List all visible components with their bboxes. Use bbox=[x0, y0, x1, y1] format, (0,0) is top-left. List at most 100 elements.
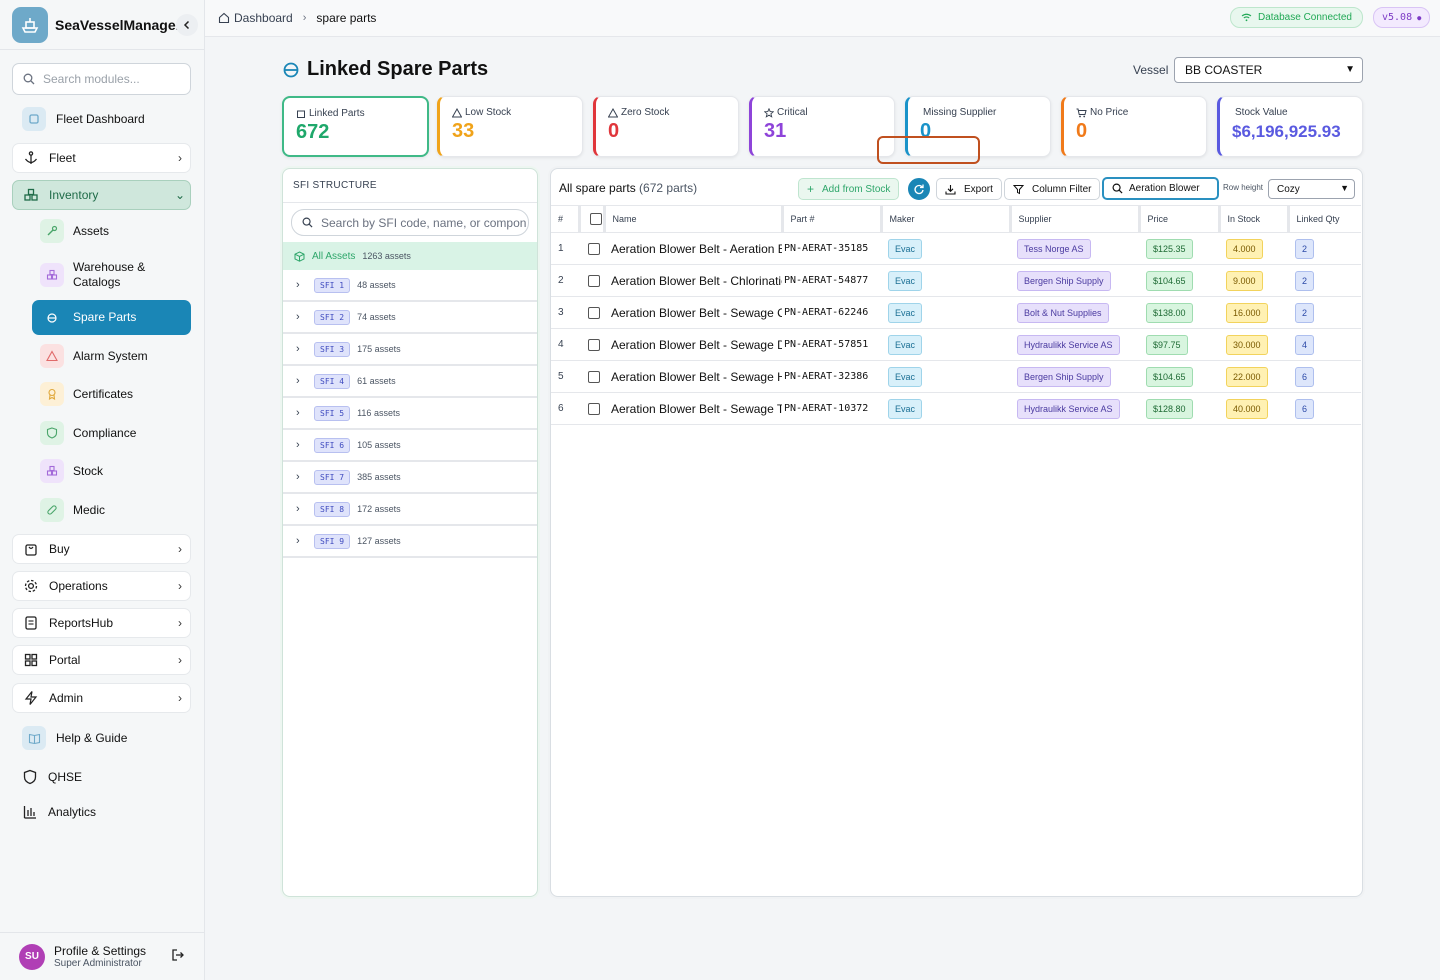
nav-sub-certificates[interactable]: Certificates bbox=[32, 377, 191, 411]
chevron-left-icon bbox=[183, 20, 190, 30]
row-height-select[interactable]: Cozy ▼ bbox=[1268, 179, 1355, 199]
part-name: Aeration Blower Belt - Sewage C bbox=[604, 296, 782, 329]
col-header-in-stock[interactable]: In Stock bbox=[1219, 205, 1290, 233]
sfi-all-assets[interactable]: All Assets 1263 assets bbox=[283, 242, 537, 270]
collapse-sidebar-button[interactable] bbox=[176, 14, 198, 36]
nav-sub-spare-parts[interactable]: Spare Parts bbox=[32, 300, 191, 335]
avatar: SU bbox=[19, 943, 45, 970]
sfi-structure-panel: SFI STRUCTURE Search by SFI code, name, … bbox=[282, 168, 538, 897]
annotation-highlight-box bbox=[877, 136, 980, 164]
sfi-group-count: 48 assets bbox=[357, 280, 396, 290]
table-row[interactable]: 1 Aeration Blower Belt - Aeration B PN-A… bbox=[551, 232, 1361, 265]
price-chip: $138.00 bbox=[1146, 302, 1193, 323]
sfi-group-row[interactable]: › SFI 8 172 assets bbox=[283, 494, 537, 526]
chevron-down-icon: ▼ bbox=[1345, 64, 1355, 75]
row-checkbox[interactable] bbox=[588, 307, 600, 320]
add-from-stock-button[interactable]: + Add from Stock bbox=[798, 178, 900, 200]
profile-settings[interactable]: SU Profile & Settings Super Administrato… bbox=[0, 932, 205, 980]
nav-sub-assets[interactable]: Assets bbox=[32, 214, 191, 248]
nav-analytics[interactable]: Analytics bbox=[12, 797, 191, 827]
nav-operations[interactable]: Operations › bbox=[12, 571, 191, 601]
module-search-placeholder: Search modules... bbox=[43, 72, 140, 86]
stat-card-low-stock[interactable]: Low Stock 33 bbox=[437, 96, 583, 157]
stat-card-stock-value[interactable]: Stock Value $6,196,925.93 bbox=[1217, 96, 1363, 157]
stat-value: $6,196,925.93 bbox=[1232, 122, 1341, 141]
linked-qty-chip: 2 bbox=[1295, 238, 1315, 259]
col-header-linked-qty[interactable]: Linked Qty bbox=[1288, 205, 1361, 233]
sfi-search-input[interactable]: Search by SFI code, name, or compon bbox=[291, 209, 529, 236]
nav-help-guide[interactable]: Help & Guide bbox=[12, 723, 191, 753]
col-header-part-number[interactable]: Part # bbox=[782, 205, 883, 233]
sfi-group-row[interactable]: › SFI 5 116 assets bbox=[283, 398, 537, 430]
nav-reportshub[interactable]: ReportsHub › bbox=[12, 608, 191, 638]
table-row[interactable]: 3 Aeration Blower Belt - Sewage C PN-AER… bbox=[551, 296, 1361, 329]
maker-chip: Evac bbox=[888, 302, 923, 323]
sfi-group-row[interactable]: › SFI 2 74 assets bbox=[283, 302, 537, 334]
table-row[interactable]: 6 Aeration Blower Belt - Sewage Tr PN-AE… bbox=[551, 392, 1361, 425]
vessel-select[interactable]: BB COASTER ▼ bbox=[1174, 57, 1363, 83]
module-search-input[interactable]: Search modules... bbox=[12, 63, 191, 95]
version-text: v5.08 bbox=[1382, 12, 1413, 23]
nav-qhse[interactable]: QHSE bbox=[12, 762, 191, 792]
sfi-group-row[interactable]: › SFI 3 175 assets bbox=[283, 334, 537, 366]
select-all-checkbox[interactable] bbox=[589, 213, 602, 225]
nav-fleet-dashboard[interactable]: Fleet Dashboard bbox=[12, 104, 191, 134]
stat-card-no-price[interactable]: No Price 0 bbox=[1061, 96, 1207, 157]
row-checkbox[interactable] bbox=[588, 243, 600, 256]
export-button[interactable]: Export bbox=[936, 178, 1002, 200]
pill-icon bbox=[40, 498, 64, 522]
stat-card-zero-stock[interactable]: Zero Stock 0 bbox=[593, 96, 739, 157]
nav-buy[interactable]: Buy › bbox=[12, 534, 191, 564]
nav-admin[interactable]: Admin › bbox=[12, 683, 191, 713]
sfi-group-row[interactable]: › SFI 6 105 assets bbox=[283, 430, 537, 462]
sfi-code-badge: SFI 8 bbox=[314, 501, 351, 517]
table-row[interactable]: 5 Aeration Blower Belt - Sewage H PN-AER… bbox=[551, 360, 1361, 393]
nav-sub-medic[interactable]: Medic bbox=[32, 493, 191, 527]
nav-portal[interactable]: Portal › bbox=[12, 645, 191, 675]
row-checkbox[interactable] bbox=[588, 339, 600, 352]
col-header-maker[interactable]: Maker bbox=[881, 205, 1012, 233]
chevron-right-icon: › bbox=[178, 579, 182, 593]
column-filter-button[interactable]: Column Filter bbox=[1004, 178, 1101, 200]
shopping-bag-icon bbox=[25, 544, 37, 556]
nav-sub-warehouse-catalogs[interactable]: Warehouse & Catalogs bbox=[32, 258, 191, 292]
nav-analytics-label: Analytics bbox=[48, 805, 97, 819]
export-label: Export bbox=[964, 183, 993, 195]
topbar: Dashboard › spare parts Database Connect… bbox=[205, 0, 1440, 37]
sfi-code-badge: SFI 1 bbox=[314, 277, 351, 293]
nav-inventory[interactable]: Inventory ⌄ bbox=[12, 180, 191, 210]
version-badge: v5.08 ● bbox=[1373, 7, 1431, 28]
row-checkbox[interactable] bbox=[588, 403, 600, 416]
col-header-price[interactable]: Price bbox=[1139, 205, 1221, 233]
box-icon bbox=[297, 110, 305, 118]
sfi-group-row[interactable]: › SFI 4 61 assets bbox=[283, 366, 537, 398]
nav-sub-stock[interactable]: Stock bbox=[32, 454, 191, 488]
stat-card-linked-parts[interactable]: Linked Parts 672 bbox=[282, 96, 429, 157]
stat-label: Low Stock bbox=[465, 107, 512, 118]
breadcrumb-dashboard-link[interactable]: Dashboard bbox=[234, 11, 293, 25]
table-row[interactable]: 4 Aeration Blower Belt - Sewage D PN-AER… bbox=[551, 328, 1361, 361]
sfi-group-row[interactable]: › SFI 7 385 assets bbox=[283, 462, 537, 494]
nav-fleet[interactable]: Fleet › bbox=[12, 143, 191, 173]
spare-parts-icon bbox=[40, 305, 64, 330]
search-icon bbox=[302, 217, 313, 228]
sfi-group-row[interactable]: › SFI 1 48 assets bbox=[283, 270, 537, 302]
sfi-structure-header: SFI STRUCTURE bbox=[283, 169, 537, 203]
col-header-supplier[interactable]: Supplier bbox=[1010, 205, 1141, 233]
sfi-group-row[interactable]: › SFI 9 127 assets bbox=[283, 526, 537, 558]
stat-card-critical[interactable]: Critical 31 bbox=[749, 96, 895, 157]
refresh-button[interactable] bbox=[908, 178, 930, 200]
boxes-icon bbox=[24, 188, 38, 201]
nav-sub-compliance[interactable]: Compliance bbox=[32, 416, 191, 450]
row-checkbox[interactable] bbox=[588, 371, 600, 384]
row-index: 2 bbox=[551, 264, 579, 297]
col-header-name[interactable]: Name bbox=[604, 205, 784, 233]
stock-chip: 16.000 bbox=[1226, 302, 1268, 323]
alarm-icon bbox=[40, 344, 64, 368]
row-checkbox[interactable] bbox=[588, 275, 600, 288]
sfi-group-count: 74 assets bbox=[357, 312, 396, 322]
nav-sub-alarm-system[interactable]: Alarm System bbox=[32, 339, 191, 373]
table-row[interactable]: 2 Aeration Blower Belt - Chlorinatic PN-… bbox=[551, 264, 1361, 297]
parts-search-input[interactable]: Aeration Blower bbox=[1102, 177, 1219, 200]
logout-icon[interactable] bbox=[170, 947, 186, 966]
